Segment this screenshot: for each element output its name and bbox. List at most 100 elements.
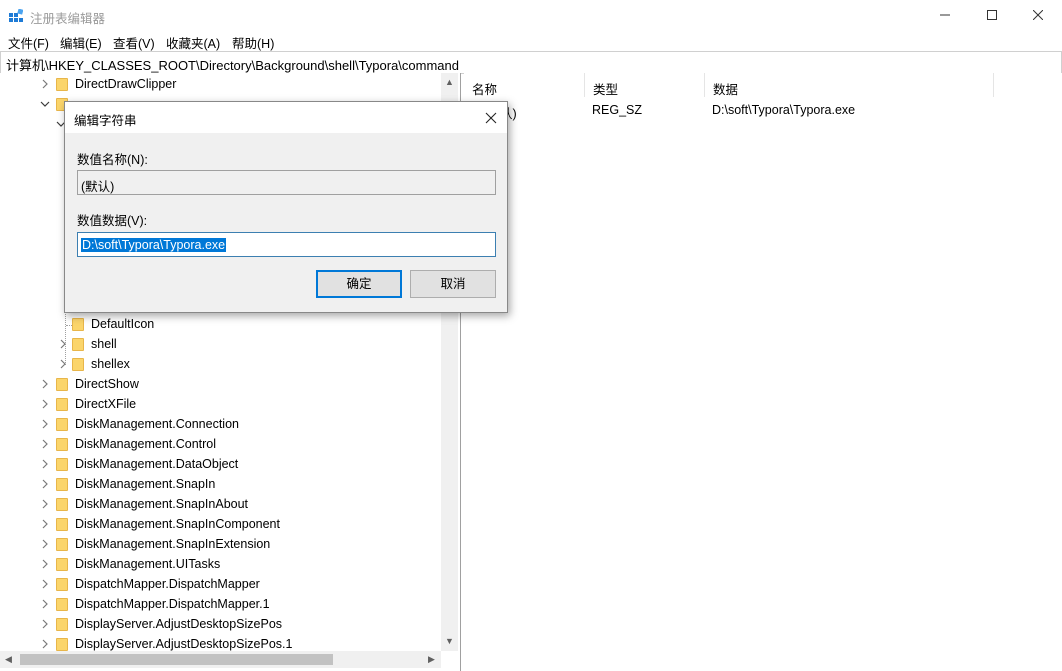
dialog-close-icon[interactable] — [481, 108, 501, 128]
tree-item[interactable]: DiskManagement.Control — [0, 435, 440, 455]
chevron-right-icon[interactable] — [40, 539, 50, 549]
chevron-right-icon[interactable] — [40, 459, 50, 469]
value-name-label: 数值名称(N): — [77, 153, 148, 167]
tree-item[interactable]: shellex — [0, 355, 440, 375]
chevron-right-icon[interactable] — [40, 579, 50, 589]
tree-item[interactable]: DefaultIcon — [0, 315, 440, 335]
value-list[interactable]: 名称 类型 数据 认) REG_SZ D:\soft\Typora\Typora… — [464, 73, 1062, 671]
tree-item-label: DisplayServer.AdjustDesktopSizePos — [75, 617, 283, 631]
scroll-up-icon[interactable]: ▲ — [445, 77, 454, 87]
menu-help[interactable]: 帮助(H) — [232, 33, 274, 52]
minimize-icon — [940, 14, 950, 16]
folder-icon — [56, 418, 68, 431]
cancel-button[interactable]: 取消 — [410, 270, 496, 298]
tree-item[interactable]: DispatchMapper.DispatchMapper — [0, 575, 440, 595]
folder-icon — [56, 378, 68, 391]
tree-item[interactable]: DisplayServer.AdjustDesktopSizePos — [0, 615, 440, 635]
tree-item[interactable]: DiskManagement.Connection — [0, 415, 440, 435]
tree-item[interactable]: DirectShow — [0, 375, 440, 395]
tree-item[interactable]: DiskManagement.DataObject — [0, 455, 440, 475]
window-title: 注册表编辑器 — [30, 12, 106, 26]
maximize-icon — [987, 10, 997, 20]
window-titlebar: 注册表编辑器 — [0, 0, 1062, 31]
tree-item[interactable]: shell — [0, 335, 440, 355]
menu-edit[interactable]: 编辑(E) — [60, 33, 102, 52]
tree-horizontal-scrollbar[interactable]: ◀ ▶ — [0, 651, 441, 668]
chevron-right-icon[interactable] — [40, 519, 50, 529]
tree-item-label: DiskManagement.DataObject — [75, 457, 239, 471]
tree-item-label: DispatchMapper.DispatchMapper.1 — [75, 597, 270, 611]
chevron-right-icon[interactable] — [40, 419, 50, 429]
tree-item-label: DiskManagement.SnapIn — [75, 477, 216, 491]
value-data-label: 数值数据(V): — [77, 214, 148, 228]
folder-icon — [56, 538, 68, 551]
tree-item[interactable]: DirectDrawClipper — [0, 75, 440, 95]
value-type[interactable]: REG_SZ — [592, 103, 642, 117]
menu-view[interactable]: 查看(V) — [113, 33, 155, 52]
value-data[interactable]: D:\soft\Typora\Typora.exe — [712, 103, 855, 117]
registry-editor-icon — [9, 9, 23, 22]
close-icon — [1032, 9, 1044, 21]
menu-bar: 文件(F) 编辑(E) 查看(V) 收藏夹(A) 帮助(H) — [0, 31, 1062, 51]
chevron-right-icon[interactable] — [40, 479, 50, 489]
chevron-right-icon[interactable] — [40, 379, 50, 389]
scroll-left-icon[interactable]: ◀ — [5, 654, 12, 665]
tree-item[interactable]: DirectXFile — [0, 395, 440, 415]
tree-item[interactable]: DiskManagement.UITasks — [0, 555, 440, 575]
chevron-right-icon[interactable] — [40, 439, 50, 449]
scroll-right-icon[interactable]: ▶ — [428, 654, 435, 665]
folder-icon — [56, 458, 68, 471]
tree-item-label: DiskManagement.SnapInAbout — [75, 497, 249, 511]
chevron-right-icon[interactable] — [58, 339, 68, 349]
tree-item-label: DirectDrawClipper — [75, 77, 177, 91]
chevron-right-icon[interactable] — [40, 619, 50, 629]
chevron-right-icon[interactable] — [58, 359, 68, 369]
tree-item[interactable]: DiskManagement.SnapInComponent — [0, 515, 440, 535]
value-name-text: (默认) — [81, 180, 115, 194]
tree-item-label: DiskManagement.SnapInExtension — [75, 537, 271, 551]
tree-item-label: DispatchMapper.DispatchMapper — [75, 577, 260, 591]
menu-file[interactable]: 文件(F) — [8, 33, 49, 52]
chevron-right-icon[interactable] — [40, 559, 50, 569]
chevron-right-icon[interactable] — [40, 599, 50, 609]
dialog-titlebar: 编辑字符串 — [65, 102, 507, 133]
folder-icon — [56, 518, 68, 531]
chevron-right-icon[interactable] — [40, 79, 50, 89]
column-header-type[interactable]: 类型 — [585, 73, 705, 97]
edit-string-dialog: 编辑字符串 数值名称(N): (默认) 数值数据(V): D:\soft\Typ… — [64, 101, 508, 313]
value-data-input[interactable]: D:\soft\Typora\Typora.exe — [77, 232, 496, 257]
chevron-right-icon[interactable] — [40, 499, 50, 509]
folder-icon — [56, 638, 68, 651]
tree-item[interactable]: DispatchMapper.DispatchMapper.1 — [0, 595, 440, 615]
folder-icon — [56, 498, 68, 511]
chevron-down-icon[interactable] — [40, 99, 50, 109]
close-button[interactable] — [1015, 0, 1061, 31]
column-header-data[interactable]: 数据 — [705, 73, 994, 97]
folder-icon — [72, 338, 84, 351]
scrollbar-thumb[interactable] — [20, 654, 333, 665]
tree-item-label: DirectXFile — [75, 397, 137, 411]
folder-icon — [56, 578, 68, 591]
address-bar[interactable]: 计算机\HKEY_CLASSES_ROOT\Directory\Backgrou… — [0, 51, 1062, 74]
tree-item[interactable]: DiskManagement.SnapInExtension — [0, 535, 440, 555]
column-header-name[interactable]: 名称 — [464, 73, 585, 97]
tree-item-label: DiskManagement.Connection — [75, 417, 239, 431]
folder-icon — [56, 558, 68, 571]
value-name-field[interactable]: (默认) — [77, 170, 496, 195]
folder-icon — [72, 318, 84, 331]
chevron-right-icon[interactable] — [40, 399, 50, 409]
ok-button[interactable]: 确定 — [316, 270, 402, 298]
minimize-button[interactable] — [922, 0, 968, 31]
tree-item-label: shellex — [91, 357, 130, 371]
tree-item[interactable]: DiskManagement.SnapIn — [0, 475, 440, 495]
tree-item-label: DirectShow — [75, 377, 139, 391]
folder-icon — [56, 78, 68, 91]
menu-favorites[interactable]: 收藏夹(A) — [166, 33, 220, 52]
folder-icon — [56, 618, 68, 631]
chevron-right-icon[interactable] — [40, 639, 50, 649]
maximize-button[interactable] — [969, 0, 1015, 31]
scroll-down-icon[interactable]: ▼ — [445, 636, 454, 646]
address-path: 计算机\HKEY_CLASSES_ROOT\Directory\Backgrou… — [6, 58, 460, 73]
folder-icon — [56, 438, 68, 451]
tree-item[interactable]: DiskManagement.SnapInAbout — [0, 495, 440, 515]
